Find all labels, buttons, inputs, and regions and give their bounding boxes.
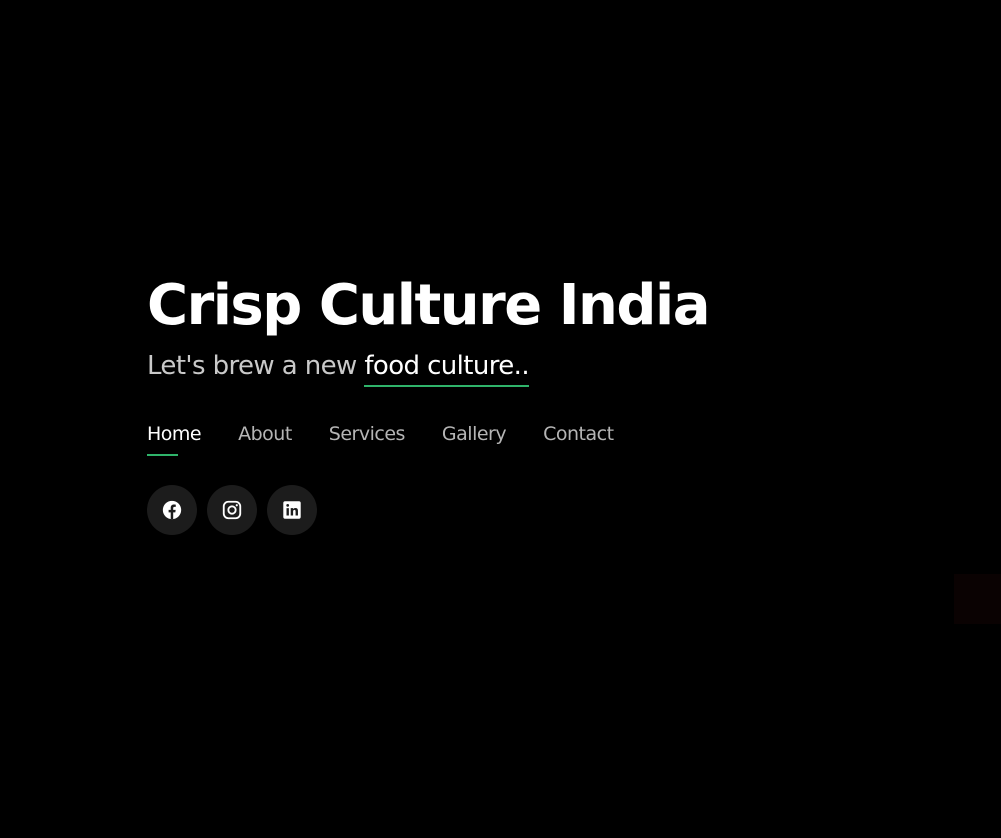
nav-item-gallery[interactable]: Gallery xyxy=(442,422,507,446)
instagram-icon xyxy=(221,499,243,521)
social-links xyxy=(147,485,907,535)
nav-item-home[interactable]: Home xyxy=(147,422,202,456)
linkedin-link[interactable] xyxy=(267,485,317,535)
nav-item-contact[interactable]: Contact xyxy=(543,422,614,446)
site-title: Crisp Culture India xyxy=(147,273,711,338)
nav-item-about[interactable]: About xyxy=(238,422,292,446)
instagram-link[interactable] xyxy=(207,485,257,535)
linkedin-icon xyxy=(281,499,303,521)
tagline-highlight: food culture.. xyxy=(364,347,530,387)
nav-item-services[interactable]: Services xyxy=(329,422,406,446)
facebook-link[interactable] xyxy=(147,485,197,535)
facebook-icon xyxy=(161,499,183,521)
hero-section: Crisp Culture India Let's brew a new foo… xyxy=(147,268,907,535)
edge-widget xyxy=(954,574,1001,624)
tagline-prefix: Let's brew a new xyxy=(147,351,365,381)
tagline: Let's brew a new food culture.. xyxy=(147,346,907,390)
main-nav: Home About Services Gallery Contact xyxy=(147,422,907,462)
